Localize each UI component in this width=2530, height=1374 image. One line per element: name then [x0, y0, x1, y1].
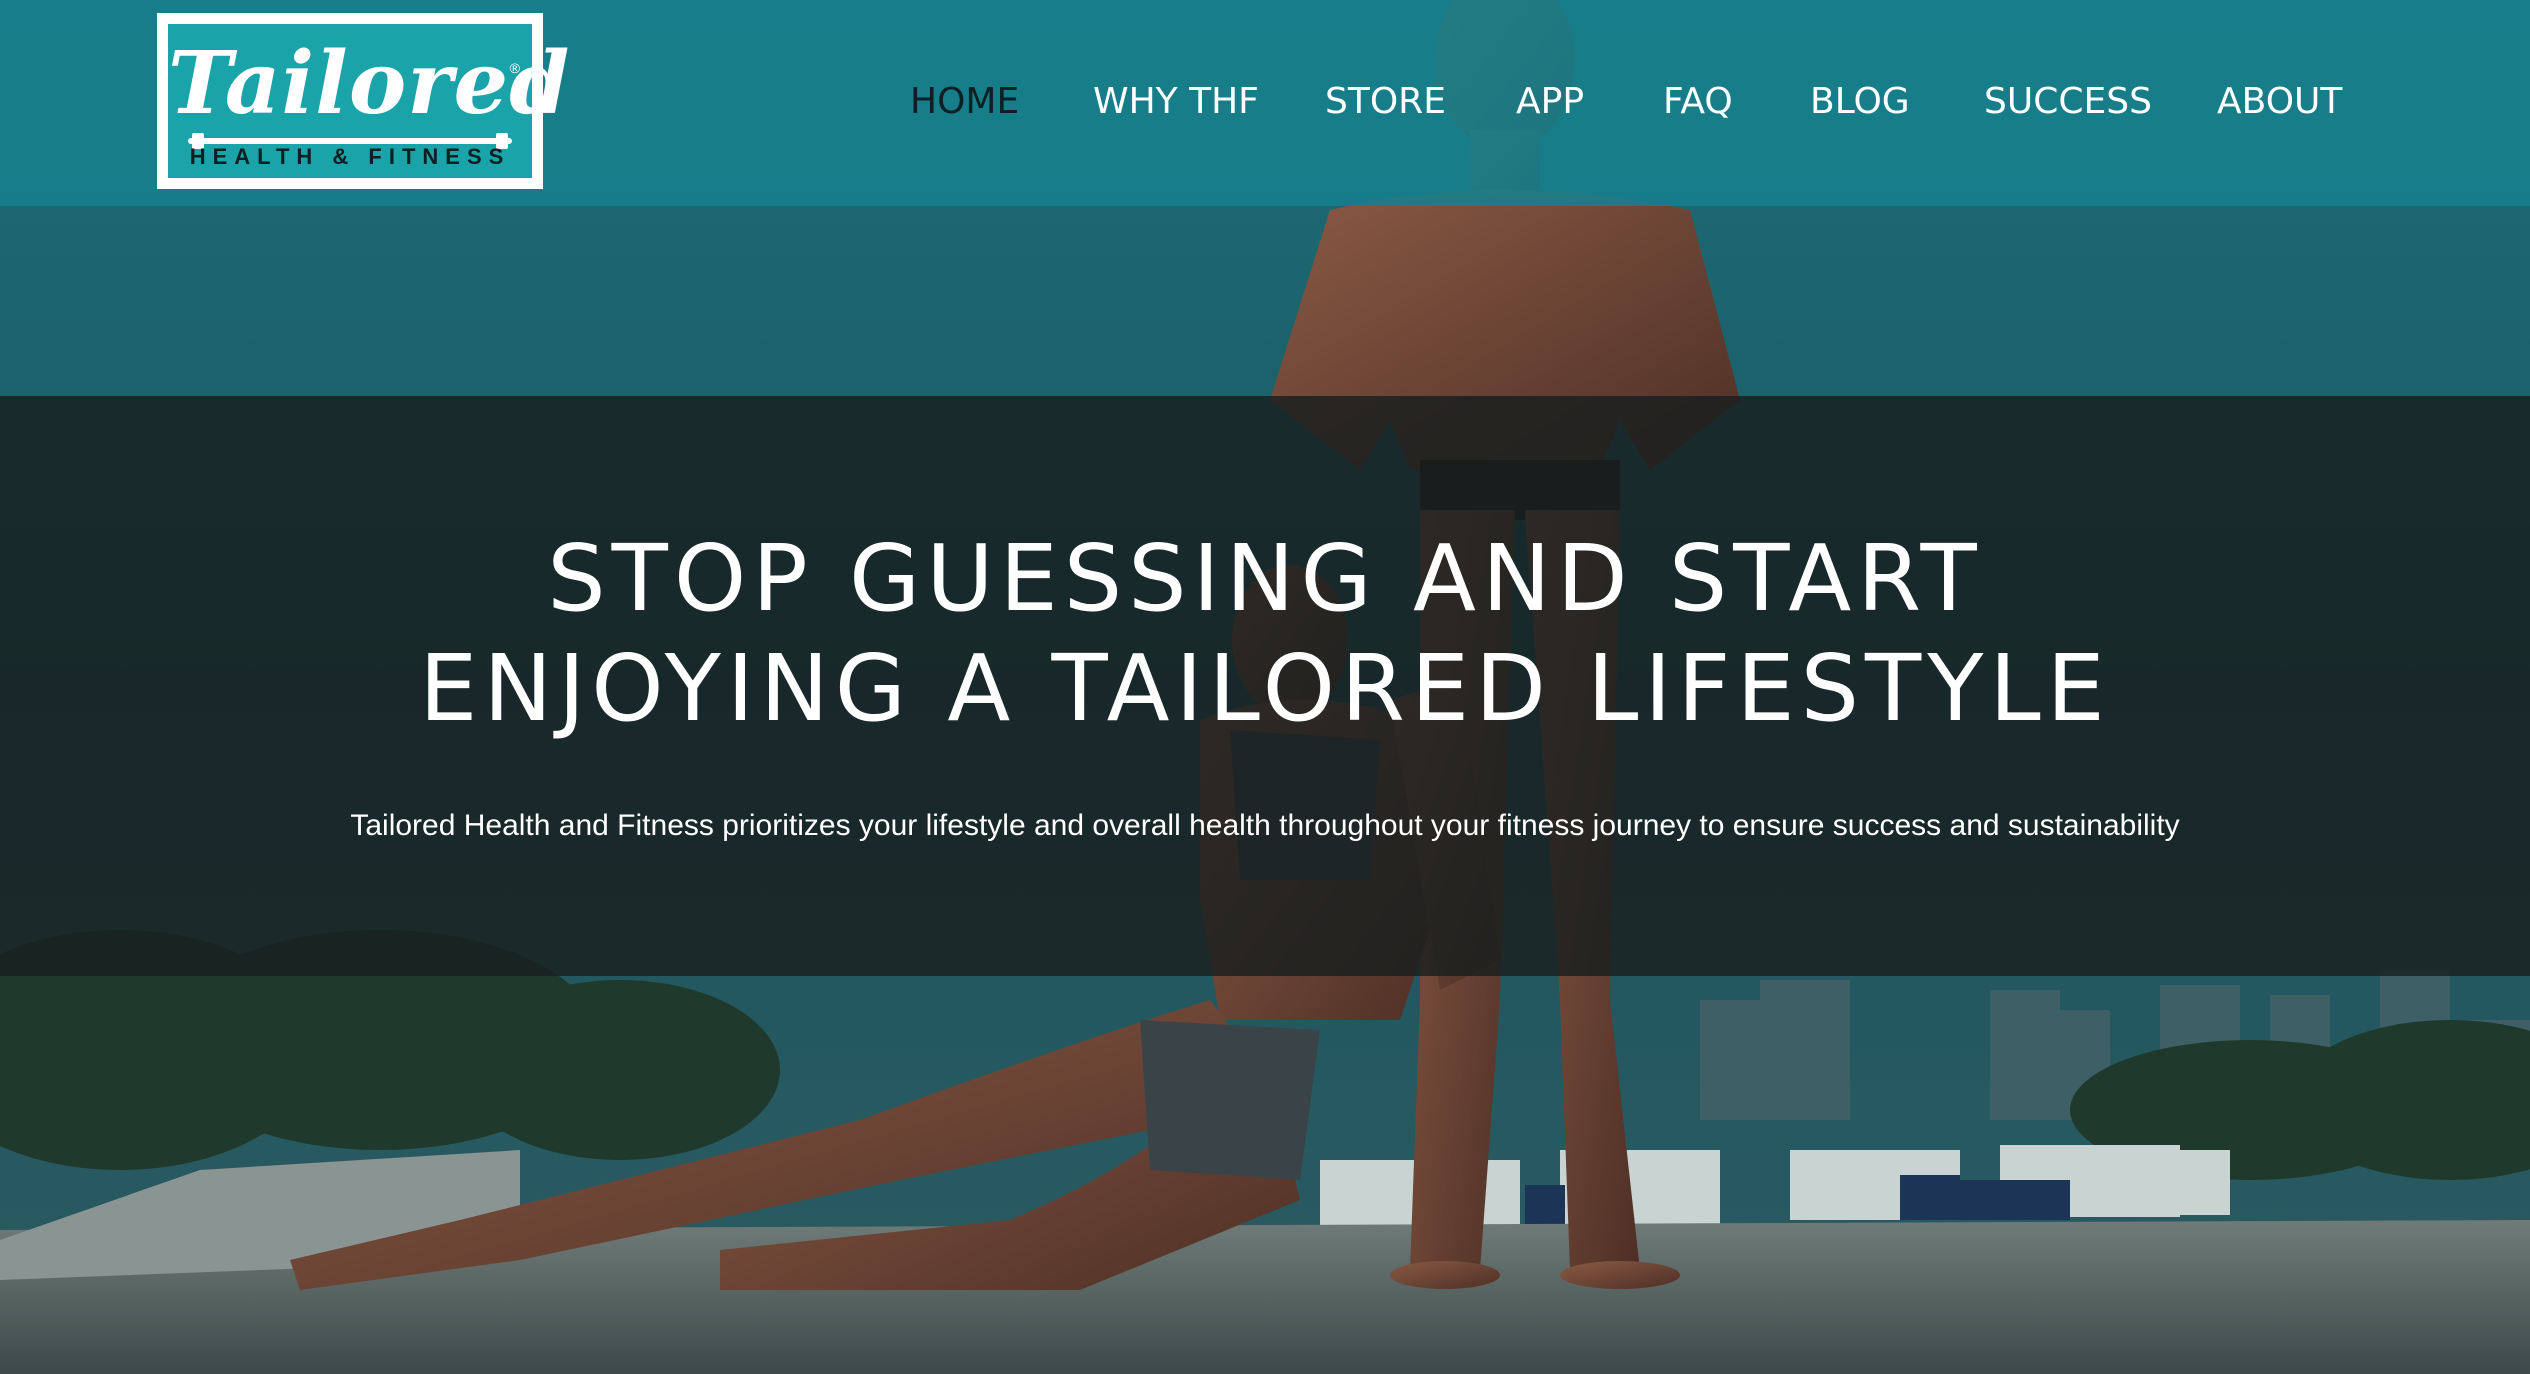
hero-headline: STOP GUESSING AND START ENJOYING A TAILO… — [0, 524, 2530, 744]
logo-tagline: HEALTH & FITNESS — [189, 144, 511, 169]
nav-faq[interactable]: FAQ — [1663, 70, 1733, 134]
nav-success[interactable]: SUCCESS — [1984, 70, 2152, 134]
hero-headline-line-1: STOP GUESSING AND START — [547, 525, 1983, 632]
nav-about[interactable]: ABOUT — [2217, 70, 2342, 134]
nav-app[interactable]: APP — [1516, 70, 1584, 134]
nav-store[interactable]: STORE — [1325, 70, 1446, 134]
hero-headline-line-2: ENJOYING A TAILORED LIFESTYLE — [419, 635, 2111, 742]
hero-subtitle: Tailored Health and Fitness prioritizes … — [350, 809, 2180, 842]
site-header: Tailored ® HEALTH & FITNESS HOME WHY THF… — [0, 0, 2530, 206]
main-nav: HOME WHY THF STORE APP FAQ BLOG SUCCESS … — [0, 70, 2530, 134]
nav-why-thf[interactable]: WHY THF — [1093, 70, 1259, 134]
nav-home[interactable]: HOME — [910, 70, 1019, 134]
hero-banner: STOP GUESSING AND START ENJOYING A TAILO… — [0, 396, 2530, 976]
nav-blog[interactable]: BLOG — [1810, 70, 1910, 134]
